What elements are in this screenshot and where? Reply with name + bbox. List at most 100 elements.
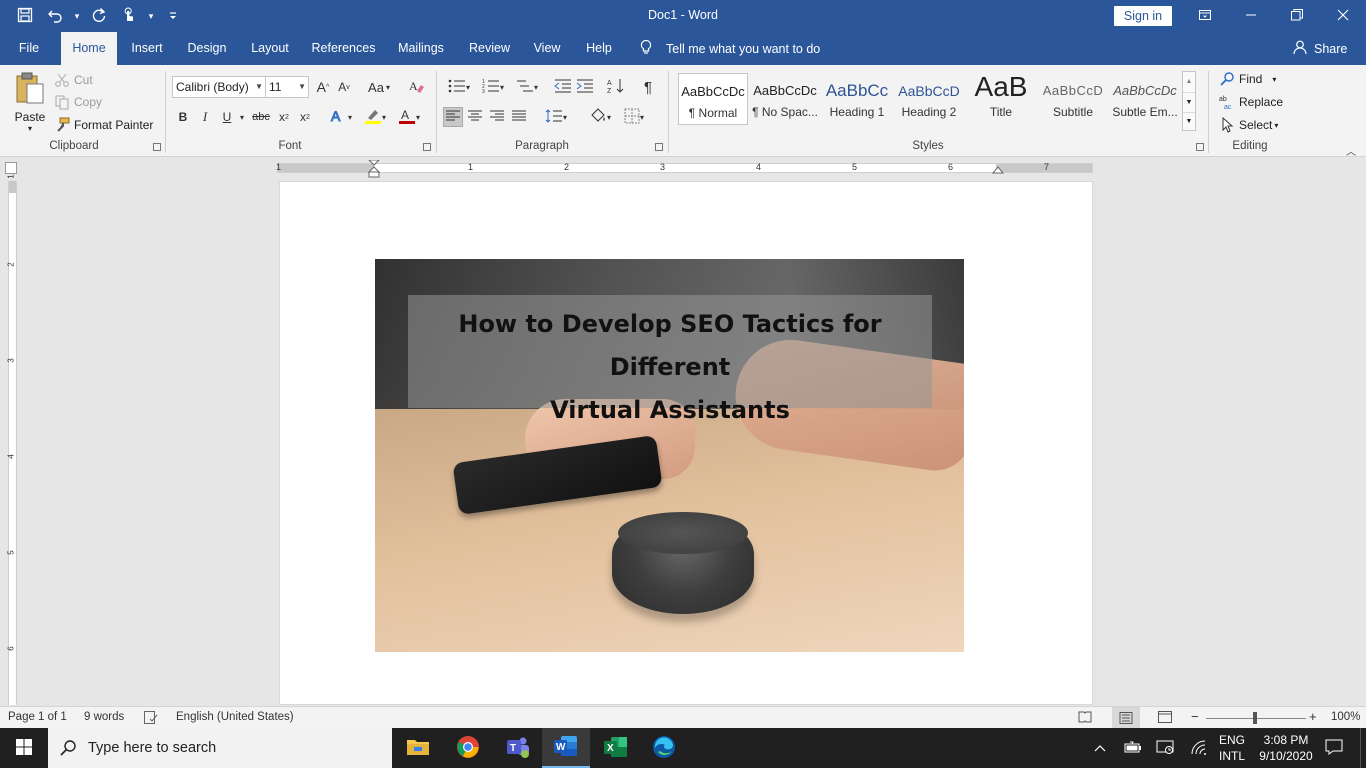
tab-selector[interactable]	[5, 162, 17, 174]
style-title[interactable]: AaB Title	[966, 73, 1036, 125]
taskbar-teams[interactable]: T	[494, 728, 542, 768]
change-case-button[interactable]: Aa ▾	[364, 77, 394, 97]
document-image[interactable]: How to Develop SEO Tactics for Different…	[375, 259, 964, 652]
font-dialog-launcher[interactable]	[423, 143, 431, 151]
find-button[interactable]: Find ▾	[1219, 70, 1276, 88]
font-size-box[interactable]: 11 ▼	[265, 76, 309, 98]
ribbon-display-options-button[interactable]	[1182, 0, 1228, 32]
redo-button[interactable]	[86, 4, 112, 28]
bullets-button[interactable]: ▾	[444, 77, 474, 97]
close-button[interactable]	[1320, 0, 1366, 32]
start-button[interactable]	[0, 728, 48, 768]
zoom-out-button[interactable]: −	[1191, 709, 1199, 724]
sign-in-button[interactable]: Sign in	[1114, 6, 1172, 26]
line-spacing-button[interactable]: ▾	[541, 107, 571, 127]
clipboard-dialog-launcher[interactable]	[153, 143, 161, 151]
justify-button[interactable]	[509, 107, 529, 127]
show-hidden-icons-button[interactable]	[1088, 728, 1112, 768]
italic-button[interactable]: I	[195, 107, 215, 127]
superscript-button[interactable]: x2	[295, 107, 315, 127]
taskbar-excel[interactable]: X	[592, 728, 640, 768]
page-count[interactable]: Page 1 of 1	[8, 711, 67, 723]
language-indicator[interactable]: English (United States)	[176, 711, 294, 723]
numbering-button[interactable]: 1 2 3 ▾	[478, 77, 508, 97]
shrink-font-button[interactable]: Av	[334, 77, 354, 97]
style-normal[interactable]: AaBbCcDc ¶ Normal	[678, 73, 748, 125]
styles-gallery-scroll[interactable]: ▲ ▼ ▼	[1182, 71, 1196, 131]
tab-design[interactable]: Design	[181, 32, 233, 65]
chevron-up-icon[interactable]: ▲	[1183, 72, 1195, 92]
paragraph-dialog-launcher[interactable]	[655, 143, 663, 151]
multilevel-list-button[interactable]: ▾	[512, 77, 542, 97]
indent-marker-icon[interactable]	[368, 160, 380, 178]
share-button[interactable]: Share	[1292, 32, 1347, 65]
highlight-color-button[interactable]: ▾	[360, 107, 390, 127]
document-page[interactable]: How to Develop SEO Tactics for Different…	[279, 181, 1093, 705]
right-indent-marker-icon[interactable]	[992, 166, 1004, 174]
tab-view[interactable]: View	[527, 32, 567, 65]
styles-dialog-launcher[interactable]	[1196, 143, 1204, 151]
bold-button[interactable]: B	[173, 107, 193, 127]
network-tray-button[interactable]	[1186, 728, 1212, 768]
text-effects-button[interactable]: A ▾	[326, 107, 356, 127]
underline-dropdown[interactable]: ▾	[236, 107, 248, 127]
tab-references[interactable]: References	[306, 32, 381, 65]
undo-dropdown[interactable]: ▾	[72, 11, 82, 22]
tab-layout[interactable]: Layout	[244, 32, 296, 65]
minimize-button[interactable]	[1228, 0, 1274, 32]
customize-qat-button[interactable]	[160, 4, 186, 28]
underline-button[interactable]: U	[217, 107, 237, 127]
copy-button[interactable]: Copy	[54, 93, 102, 111]
style-no-spacing[interactable]: AaBbCcDc ¶ No Spac...	[750, 73, 820, 125]
clear-formatting-button[interactable]: A	[406, 77, 426, 97]
taskbar-word[interactable]: W	[542, 728, 590, 768]
read-mode-icon[interactable]	[1078, 711, 1092, 726]
align-center-button[interactable]	[465, 107, 485, 127]
show-desktop-button[interactable]	[1360, 728, 1366, 768]
tab-mailings[interactable]: Mailings	[392, 32, 450, 65]
tab-help[interactable]: Help	[579, 32, 619, 65]
format-painter-button[interactable]: Format Painter	[54, 116, 153, 134]
horizontal-ruler[interactable]: 1 1 2 3 4 5 6 7	[276, 160, 1093, 178]
style-subtle-emphasis[interactable]: AaBbCcDc Subtle Em...	[1110, 73, 1180, 125]
replace-button[interactable]: ab ac Replace	[1219, 93, 1283, 111]
input-language-indicator[interactable]: ENG INTL	[1214, 732, 1250, 764]
web-layout-icon[interactable]	[1158, 711, 1172, 726]
taskbar-file-explorer[interactable]	[394, 728, 442, 768]
subscript-button[interactable]: x2	[274, 107, 294, 127]
word-count[interactable]: 9 words	[84, 711, 124, 723]
tab-home[interactable]: Home	[61, 32, 117, 65]
shading-button[interactable]: ▾	[585, 107, 615, 127]
align-left-button[interactable]	[443, 107, 463, 127]
align-right-button[interactable]	[487, 107, 507, 127]
tab-file[interactable]: File	[8, 32, 50, 65]
increase-indent-button[interactable]	[575, 77, 595, 97]
style-subtitle[interactable]: AaBbCcD Subtitle	[1038, 73, 1108, 125]
strikethrough-button[interactable]: abc	[251, 107, 271, 127]
touch-mode-button[interactable]	[116, 4, 142, 28]
restore-button[interactable]	[1274, 0, 1320, 32]
proofing-icon[interactable]	[144, 711, 158, 727]
cut-button[interactable]: Cut	[54, 71, 93, 89]
save-button[interactable]	[12, 4, 38, 28]
style-heading-2[interactable]: AaBbCcD Heading 2	[894, 73, 964, 125]
tell-me-search[interactable]: Tell me what you want to do	[638, 32, 820, 65]
zoom-level[interactable]: 100%	[1331, 711, 1360, 723]
style-heading-1[interactable]: AaBbCc Heading 1	[822, 73, 892, 125]
grow-font-button[interactable]: A ^	[313, 77, 333, 97]
action-center-button[interactable]	[1320, 728, 1348, 768]
font-color-button[interactable]: A ▾	[394, 107, 424, 127]
sort-button[interactable]: AZ	[606, 77, 626, 97]
zoom-in-button[interactable]: +	[1309, 709, 1317, 724]
chevron-down-icon[interactable]: ▼	[1183, 92, 1195, 112]
battery-tray-button[interactable]	[1120, 728, 1146, 768]
print-layout-icon[interactable]	[1112, 707, 1140, 728]
select-button[interactable]: Select ▾	[1219, 116, 1278, 134]
borders-button[interactable]: ▾	[619, 107, 649, 127]
decrease-indent-button[interactable]	[553, 77, 573, 97]
more-styles-icon[interactable]: ▼	[1183, 112, 1195, 130]
touch-mode-dropdown[interactable]: ▾	[146, 11, 156, 22]
display-tray-button[interactable]	[1152, 728, 1178, 768]
undo-button[interactable]	[42, 4, 68, 28]
paste-button[interactable]: Paste ▾	[10, 71, 50, 137]
